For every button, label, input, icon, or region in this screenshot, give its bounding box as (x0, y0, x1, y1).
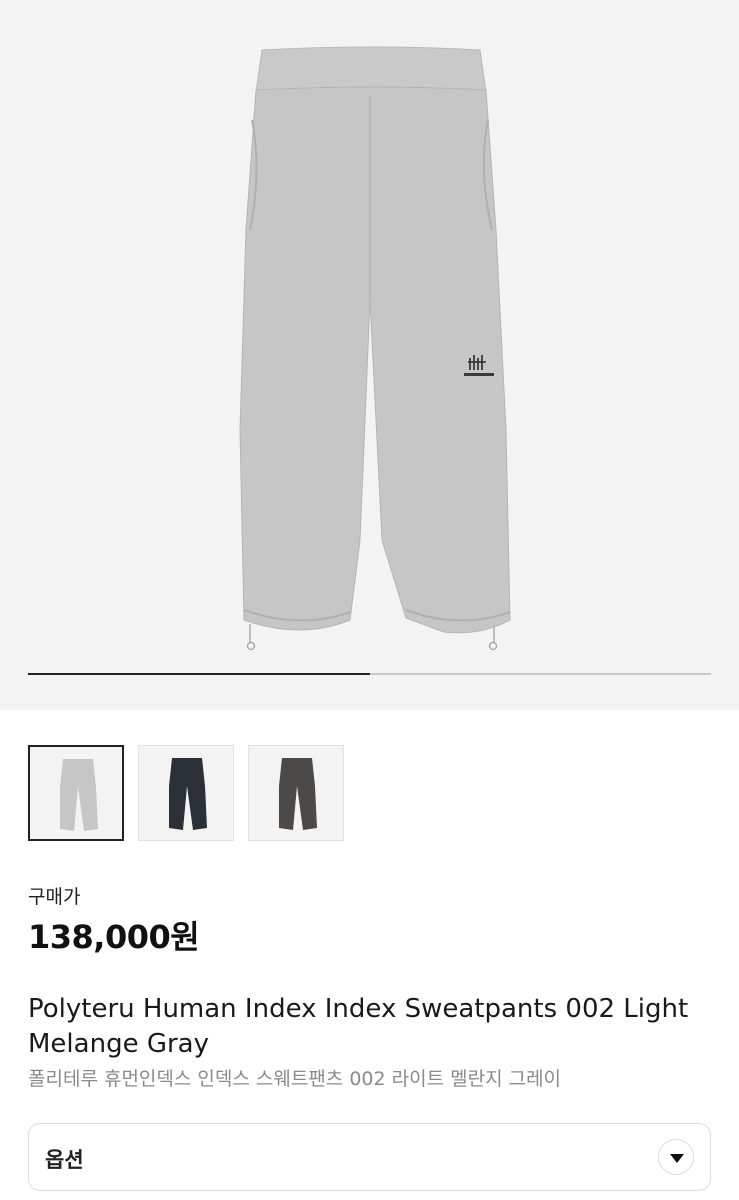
color-thumbnails (28, 745, 344, 841)
thumbnail-charcoal[interactable] (248, 745, 344, 841)
thumbnail-black[interactable] (138, 745, 234, 841)
option-select[interactable]: 옵션 (28, 1123, 711, 1191)
product-image (239, 46, 511, 651)
price-value: 138,000원 (28, 918, 200, 956)
product-title-english: Polyteru Human Index Index Sweatpants 00… (28, 994, 689, 1059)
carousel-progress-bar (28, 673, 711, 675)
product-image-carousel[interactable] (0, 0, 739, 710)
pants-thumbnail-icon (169, 758, 207, 830)
option-label: 옵션 (45, 1148, 84, 1172)
carousel-progress-fill (28, 673, 370, 675)
chevron-down-icon[interactable] (658, 1139, 694, 1175)
pants-thumbnail-icon (60, 759, 98, 831)
product-title-korean: 폴리테루 휴먼인덱스 인덱스 스웨트팬츠 002 라이트 멜란지 그레이 (28, 1068, 562, 1090)
thumbnail-light-melange-gray[interactable] (28, 745, 124, 841)
price-label: 구매가 (28, 886, 81, 908)
pants-thumbnail-icon (279, 758, 317, 830)
